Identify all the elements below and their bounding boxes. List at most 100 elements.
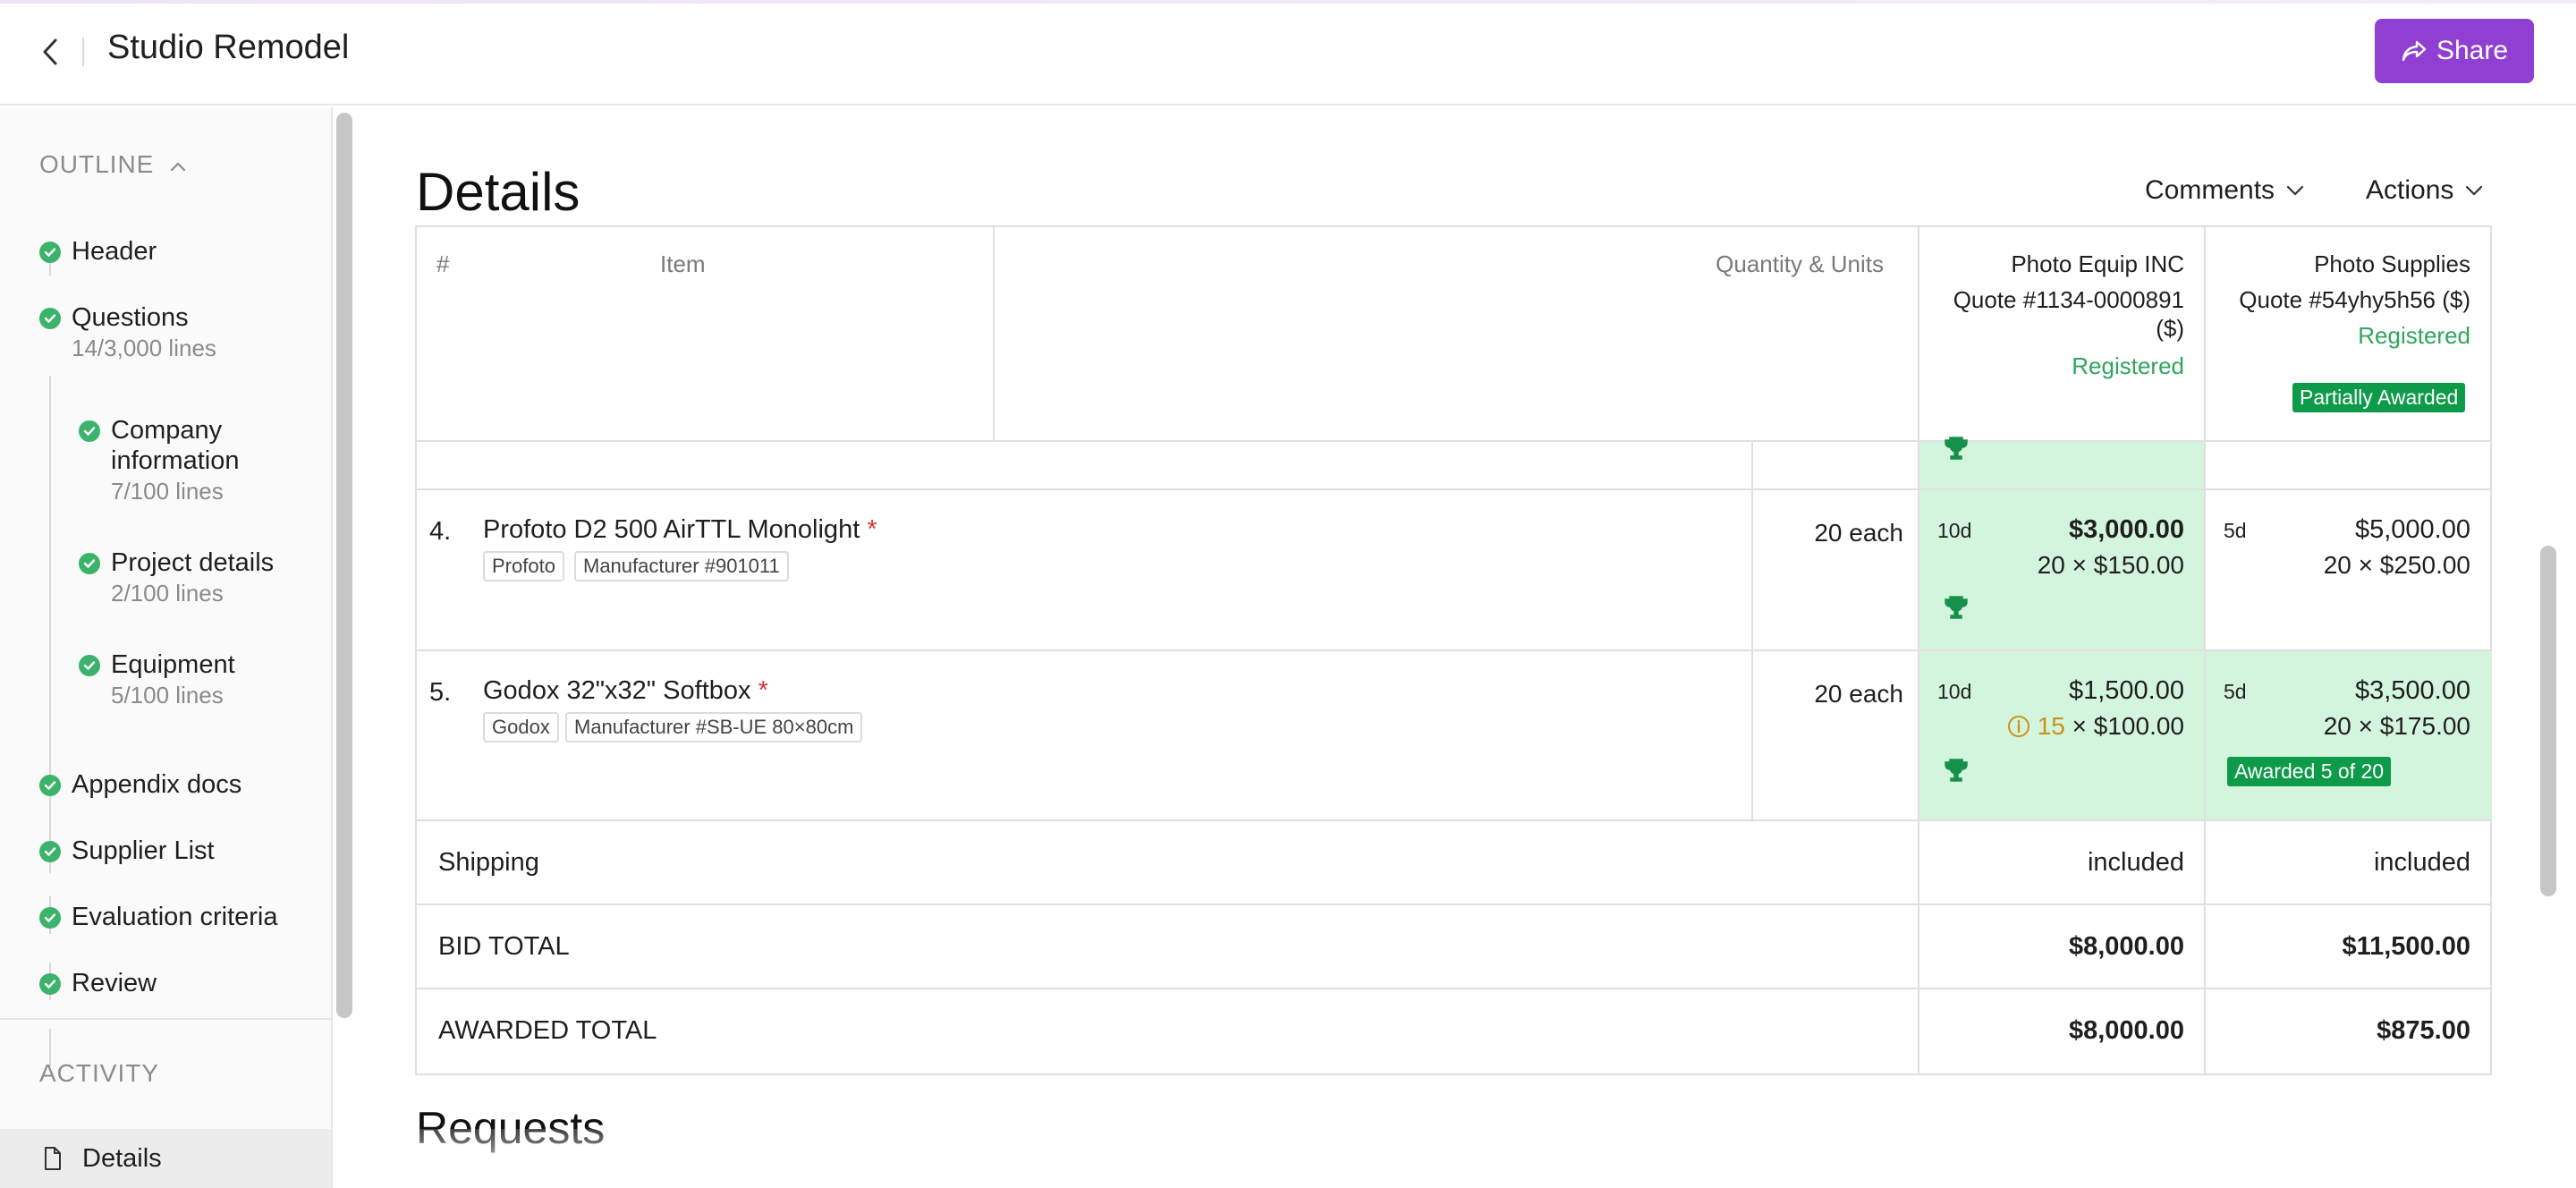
row-number: 4. <box>429 517 452 546</box>
cell-border <box>417 649 2492 651</box>
column-header-number: # <box>436 250 450 277</box>
outline-item-label: Equipment <box>111 650 235 679</box>
outline-item-appendix-docs[interactable]: Appendix docs <box>39 769 242 800</box>
share-button[interactable]: Share <box>2375 19 2534 83</box>
check-circle-icon <box>39 308 61 329</box>
summary-value: $875.00 <box>2377 1016 2470 1045</box>
activity-item-label: Details <box>82 1143 162 1173</box>
summary-label-awarded-total: AWARDED TOTAL <box>438 1016 657 1045</box>
share-label: Share <box>2436 36 2509 65</box>
comments-label: Comments <box>2145 175 2275 205</box>
outline-item-label: Supplier List <box>72 836 215 865</box>
section-title: Details <box>416 162 580 222</box>
supplier-currency: ($) <box>2156 315 2184 342</box>
required-marker: * <box>867 515 877 544</box>
share-icon <box>2402 40 2427 62</box>
bid-comparison-table: # Item Quantity & Units Photo Equip INC … <box>415 225 2492 1075</box>
summary-value: $11,500.00 <box>2342 932 2470 961</box>
supplier-quote[interactable]: Quote #54yhy5h56 ($) <box>2197 286 2470 314</box>
manufacturer-tag: Manufacturer #SB-UE 80×80cm <box>565 712 863 742</box>
main-scrollbar-thumb[interactable] <box>2540 546 2556 896</box>
outline-item-header[interactable]: Header <box>39 236 157 267</box>
check-circle-icon <box>39 907 61 929</box>
lead-time: 5d <box>2224 519 2247 542</box>
sidebar: OUTLINE Header Questions 14/3,000 lines … <box>0 107 333 1188</box>
outline-item-label: Questions <box>72 303 189 332</box>
item-name[interactable]: Godox 32"x32" Softbox * <box>483 676 768 706</box>
cell-border <box>417 819 2492 821</box>
supplier-quote[interactable]: Quote #1134-0000891 <box>1937 286 2184 314</box>
summary-value: included <box>2087 848 2184 877</box>
summary-label-bid-total: BID TOTAL <box>438 932 570 961</box>
manufacturer-tag: Manufacturer #901011 <box>574 551 789 581</box>
check-circle-icon <box>39 242 61 263</box>
column-header-item: Item <box>660 250 706 277</box>
trophy-icon[interactable] <box>1943 757 1970 784</box>
chevron-down-icon <box>2466 185 2483 196</box>
row-number: 5. <box>429 678 452 707</box>
cell-border <box>1918 227 1919 1075</box>
outline-item-count: 5/100 lines <box>111 682 224 709</box>
item-quantity: 20 each <box>1814 519 1903 547</box>
cell-border <box>2204 227 2206 1075</box>
check-circle-icon <box>79 553 100 574</box>
item-name[interactable]: Profoto D2 500 AirTTL Monolight * <box>483 515 877 545</box>
scroll-fade <box>358 1129 2540 1188</box>
activity-item-details[interactable]: Details <box>0 1129 331 1188</box>
activity-label: ACTIVITY <box>39 1059 160 1087</box>
outline-item-label: Project details <box>111 548 275 577</box>
info-icon[interactable] <box>2007 715 2030 738</box>
bid-price: $3,500.00 <box>2354 676 2470 705</box>
back-button[interactable] <box>32 32 68 72</box>
outline-item-count: 14/3,000 lines <box>72 335 216 361</box>
outline-item-count: 2/100 lines <box>111 580 224 607</box>
chevron-left-icon <box>43 38 57 65</box>
outline-item-company-information[interactable]: Company information 7/100 lines <box>79 415 293 506</box>
check-circle-icon <box>79 655 100 676</box>
brand-tag: Profoto <box>483 551 564 581</box>
actions-dropdown[interactable]: Actions <box>2366 175 2484 206</box>
outline-item-review[interactable]: Review <box>39 968 157 998</box>
supplier-name: Photo Equip INC <box>2011 250 2184 277</box>
cell-border <box>417 904 2492 905</box>
summary-value: $8,000.00 <box>2068 1016 2184 1045</box>
summary-value: $8,000.00 <box>2068 932 2184 961</box>
check-circle-icon <box>39 775 61 796</box>
summary-value: included <box>2373 848 2470 877</box>
comments-dropdown[interactable]: Comments <box>2145 175 2305 206</box>
supplier-name: Photo Supplies <box>2314 250 2470 277</box>
outline-item-evaluation-criteria[interactable]: Evaluation criteria <box>39 902 278 932</box>
lead-time: 10d <box>1937 680 1972 703</box>
bid-calculation: 15 × $100.00 <box>1937 712 2184 741</box>
cell-border <box>417 440 2492 442</box>
bid-price: $3,000.00 <box>2068 515 2184 544</box>
bid-calculation: 20 × $175.00 <box>2323 712 2470 740</box>
check-circle-icon <box>39 973 61 995</box>
outline-item-count: 7/100 lines <box>111 478 224 505</box>
document-icon <box>45 1147 61 1170</box>
outline-item-label: Appendix docs <box>72 770 242 799</box>
outline-item-project-details[interactable]: Project details 2/100 lines <box>79 547 274 608</box>
required-marker: * <box>758 676 768 705</box>
item-name-text: Godox 32"x32" Softbox <box>483 676 751 705</box>
outline-toggle[interactable]: OUTLINE <box>39 150 187 179</box>
awarded-count-badge: Awarded 5 of 20 <box>2227 757 2392 786</box>
adjusted-quantity: 15 <box>2037 712 2065 740</box>
outline-item-label: Header <box>72 237 157 266</box>
check-circle-icon <box>79 420 100 442</box>
trophy-icon[interactable] <box>1943 435 1970 462</box>
outline-item-equipment[interactable]: Equipment 5/100 lines <box>79 649 235 710</box>
divider <box>0 1018 331 1020</box>
cell-border <box>417 988 2492 989</box>
trophy-icon[interactable] <box>1943 594 1970 621</box>
bid-calculation-text: × $100.00 <box>2064 712 2184 740</box>
sidebar-scrollbar[interactable] <box>336 113 352 1018</box>
item-quantity: 20 each <box>1814 680 1903 708</box>
check-circle-icon <box>39 841 61 862</box>
outline-item-supplier-list[interactable]: Supplier List <box>39 836 215 866</box>
supplier-status: Registered <box>2358 322 2470 349</box>
main-scrollbar[interactable] <box>2538 107 2558 1136</box>
bid-price: $1,500.00 <box>2068 676 2184 705</box>
outline-item-questions[interactable]: Questions 14/3,000 lines <box>39 302 216 363</box>
sidebar-scrollbar-thumb[interactable] <box>336 113 352 1018</box>
